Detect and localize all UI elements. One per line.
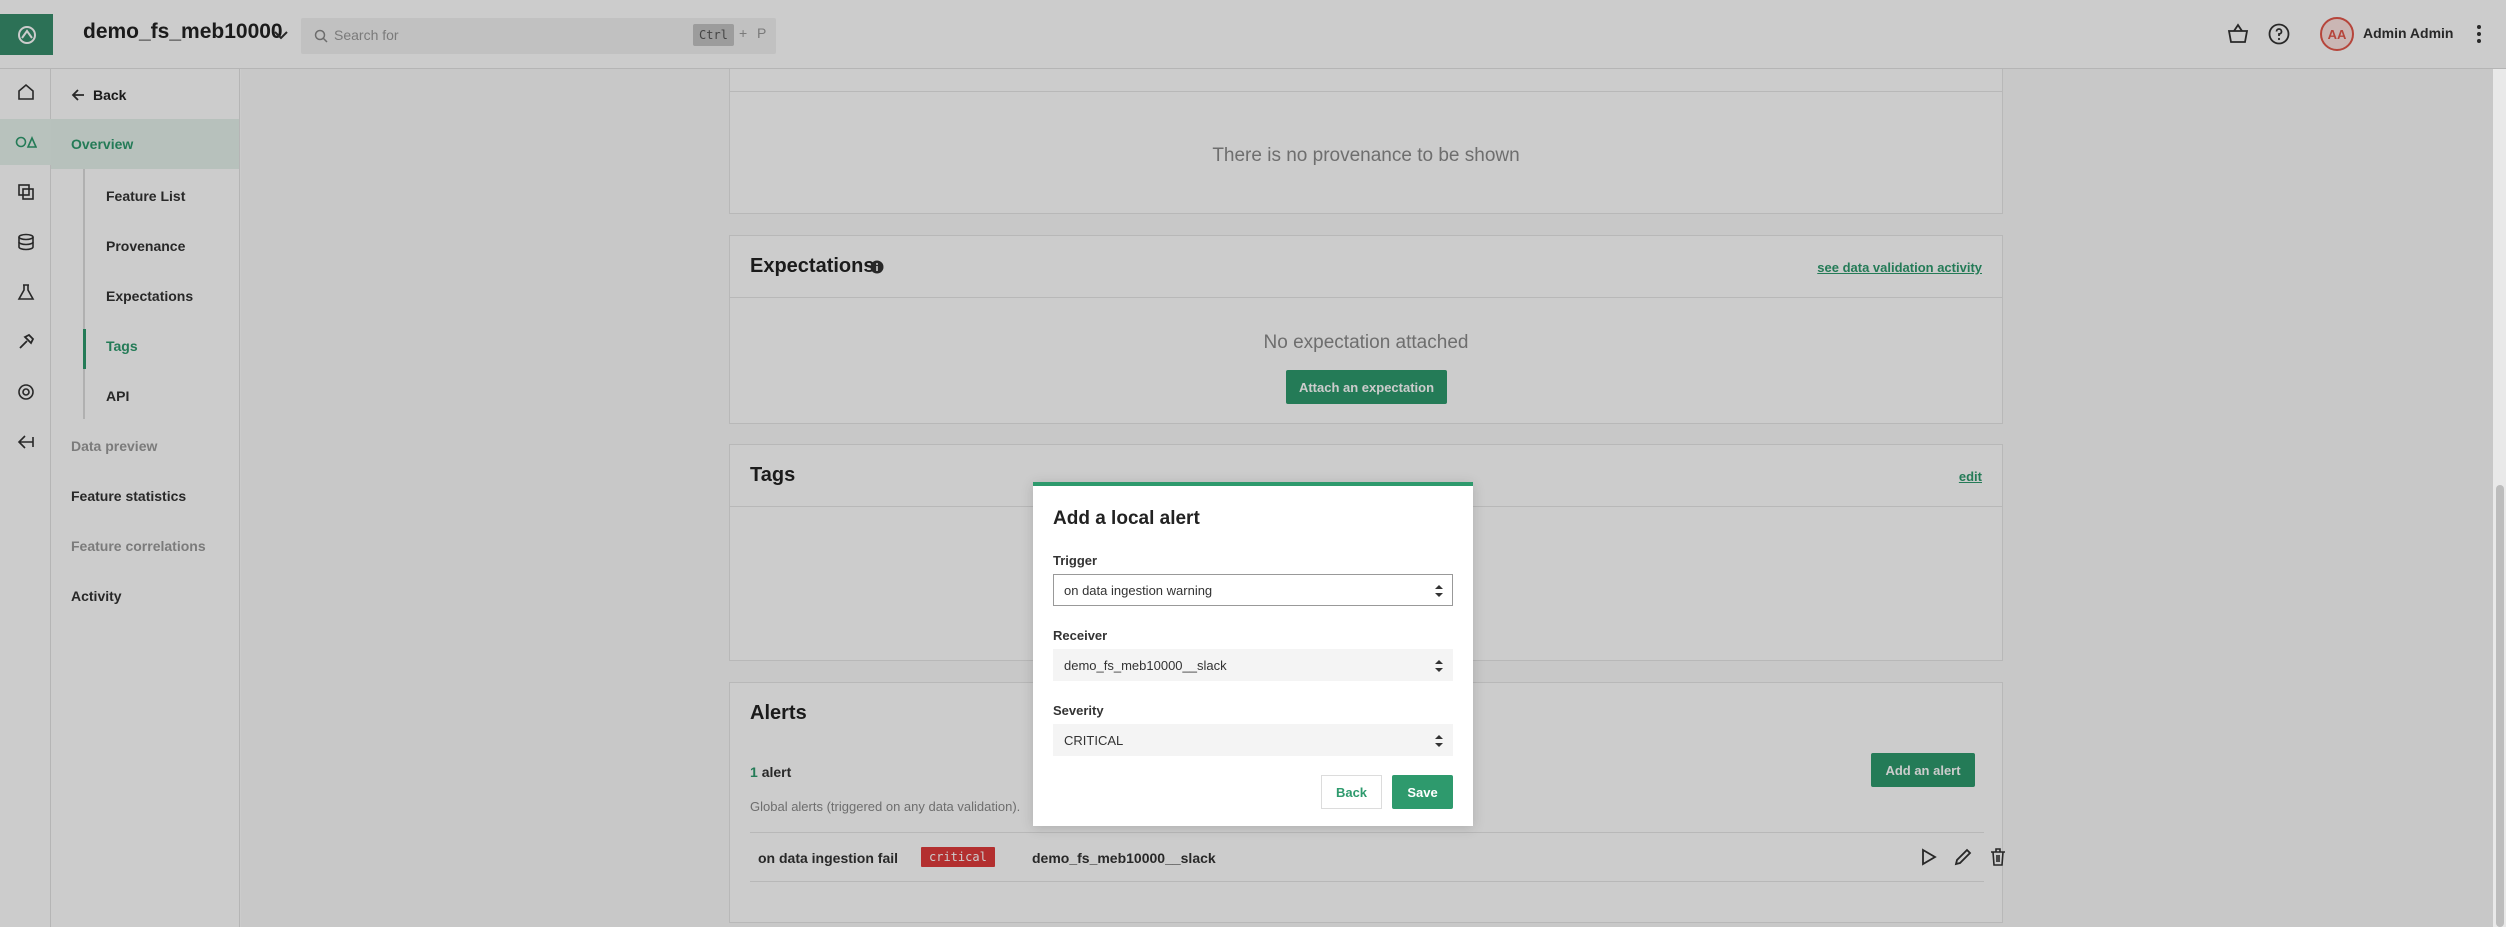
trigger-value: on data ingestion warning xyxy=(1064,583,1213,598)
trigger-select[interactable]: on data ingestion warning xyxy=(1053,574,1453,606)
scrollbar-thumb[interactable] xyxy=(2496,485,2504,927)
trigger-label: Trigger xyxy=(1053,553,1098,568)
select-arrows-icon xyxy=(1435,585,1443,597)
receiver-select[interactable]: demo_fs_meb10000__slack xyxy=(1053,649,1453,681)
severity-label: Severity xyxy=(1053,703,1104,718)
save-button[interactable]: Save xyxy=(1392,775,1453,809)
select-arrows-icon xyxy=(1435,660,1443,672)
severity-select[interactable]: CRITICAL xyxy=(1053,724,1453,756)
receiver-value: demo_fs_meb10000__slack xyxy=(1064,658,1227,673)
select-arrows-icon xyxy=(1435,735,1443,747)
dialog-title: Add a local alert xyxy=(1053,508,1200,529)
add-local-alert-dialog: Add a local alert Trigger on data ingest… xyxy=(1033,482,1473,826)
severity-value: CRITICAL xyxy=(1064,733,1124,748)
back-button[interactable]: Back xyxy=(1321,775,1382,809)
receiver-label: Receiver xyxy=(1053,628,1108,643)
